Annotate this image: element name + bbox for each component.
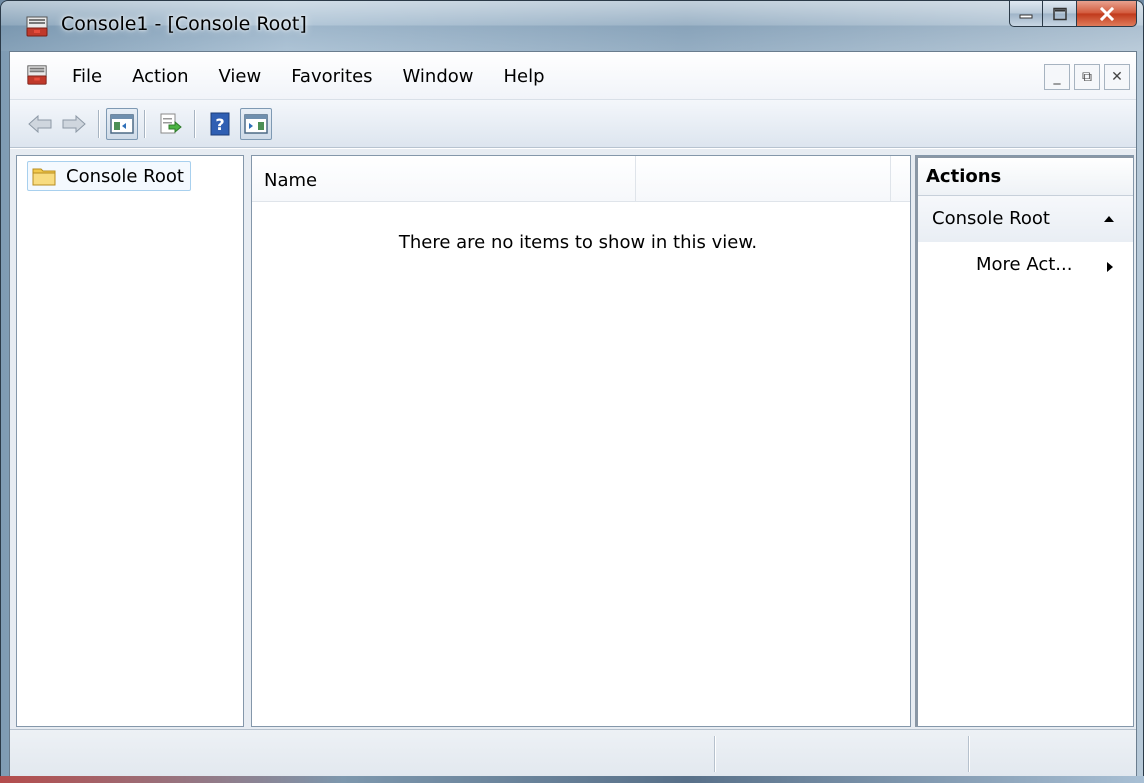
menu-window[interactable]: Window bbox=[403, 66, 474, 87]
column-header-label: Name bbox=[264, 170, 318, 191]
caption-buttons bbox=[1009, 1, 1137, 29]
actions-group-label: Console Root bbox=[932, 208, 1050, 229]
svg-text:?: ? bbox=[215, 115, 224, 134]
show-hide-console-tree-icon bbox=[110, 114, 134, 134]
forward-button[interactable] bbox=[58, 108, 90, 140]
status-bar bbox=[10, 729, 1136, 777]
actions-pane-title: Actions bbox=[918, 156, 1133, 196]
maximize-icon bbox=[1052, 7, 1067, 20]
help-button[interactable]: ? bbox=[204, 108, 236, 140]
column-header-blank[interactable] bbox=[637, 156, 891, 202]
folder-icon bbox=[32, 168, 56, 186]
export-list-icon bbox=[160, 113, 182, 134]
toolbar-separator bbox=[144, 110, 145, 138]
menu-file[interactable]: File bbox=[72, 66, 102, 87]
show-hide-action-pane-icon bbox=[244, 114, 268, 134]
empty-list-message: There are no items to show in this view. bbox=[398, 232, 758, 253]
menu-action[interactable]: Action bbox=[132, 66, 188, 87]
back-icon bbox=[28, 114, 52, 134]
desktop-strip bbox=[0, 776, 1144, 783]
menu-items: File Action View Favorites Window Help bbox=[72, 66, 575, 87]
actions-group-console-root[interactable]: Console Root bbox=[918, 196, 1133, 242]
maximize-button[interactable] bbox=[1043, 1, 1077, 27]
minimize-icon bbox=[1019, 14, 1033, 18]
show-hide-action-pane-button[interactable] bbox=[240, 108, 272, 140]
show-hide-console-tree-button[interactable] bbox=[106, 108, 138, 140]
actions-pane: Actions Console Root More Act... bbox=[915, 155, 1134, 727]
minimize-button[interactable] bbox=[1009, 1, 1043, 27]
tree-item-label: Console Root bbox=[66, 165, 184, 187]
close-button[interactable] bbox=[1077, 1, 1137, 27]
forward-icon bbox=[62, 114, 86, 134]
mdi-close-button[interactable]: ✕ bbox=[1104, 64, 1130, 90]
more-actions-link[interactable]: More Act... bbox=[918, 248, 1133, 282]
mmc-console-icon bbox=[26, 16, 48, 37]
more-actions-label: More Act... bbox=[976, 254, 1073, 275]
collapse-triangle-icon bbox=[1104, 216, 1114, 222]
console-tree-pane[interactable]: Console Root bbox=[16, 155, 244, 727]
result-list-pane[interactable]: Name There are no items to show in this … bbox=[251, 155, 911, 727]
mdi-restore-button[interactable]: ⧉ bbox=[1074, 64, 1100, 90]
toolbar: ? bbox=[10, 100, 1136, 148]
menu-bar: File Action View Favorites Window Help _… bbox=[10, 52, 1136, 100]
status-separator bbox=[714, 736, 715, 772]
toolbar-separator bbox=[194, 110, 195, 138]
mdi-controls: _ ⧉ ✕ bbox=[1040, 64, 1130, 90]
submenu-arrow-icon bbox=[1107, 262, 1113, 272]
window-title: Console1 - [Console Root] bbox=[61, 13, 307, 35]
list-header: Name bbox=[252, 156, 910, 202]
status-separator bbox=[968, 736, 969, 772]
menu-view[interactable]: View bbox=[219, 66, 262, 87]
column-header-name[interactable]: Name bbox=[252, 156, 636, 202]
export-list-button[interactable] bbox=[154, 108, 186, 140]
tree-item-console-root[interactable]: Console Root bbox=[27, 161, 191, 191]
pane-area: Console Root Name There are no items to … bbox=[10, 149, 1136, 729]
mdi-close-icon: ✕ bbox=[1111, 69, 1123, 85]
back-button[interactable] bbox=[24, 108, 56, 140]
title-bar[interactable]: Console1 - [Console Root] bbox=[1, 1, 1143, 51]
close-icon bbox=[1099, 6, 1114, 21]
menu-favorites[interactable]: Favorites bbox=[291, 66, 372, 87]
mdi-minimize-icon: _ bbox=[1053, 69, 1061, 85]
menu-help[interactable]: Help bbox=[504, 66, 545, 87]
window-frame: Console1 - [Console Root] File Action Vi… bbox=[0, 0, 1144, 783]
mdi-minimize-button[interactable]: _ bbox=[1044, 64, 1070, 90]
mdi-restore-icon: ⧉ bbox=[1082, 69, 1092, 85]
toolbar-separator bbox=[98, 110, 99, 138]
help-icon: ? bbox=[210, 112, 230, 136]
console-menu-icon[interactable] bbox=[26, 64, 48, 86]
client-area: File Action View Favorites Window Help _… bbox=[9, 51, 1137, 777]
